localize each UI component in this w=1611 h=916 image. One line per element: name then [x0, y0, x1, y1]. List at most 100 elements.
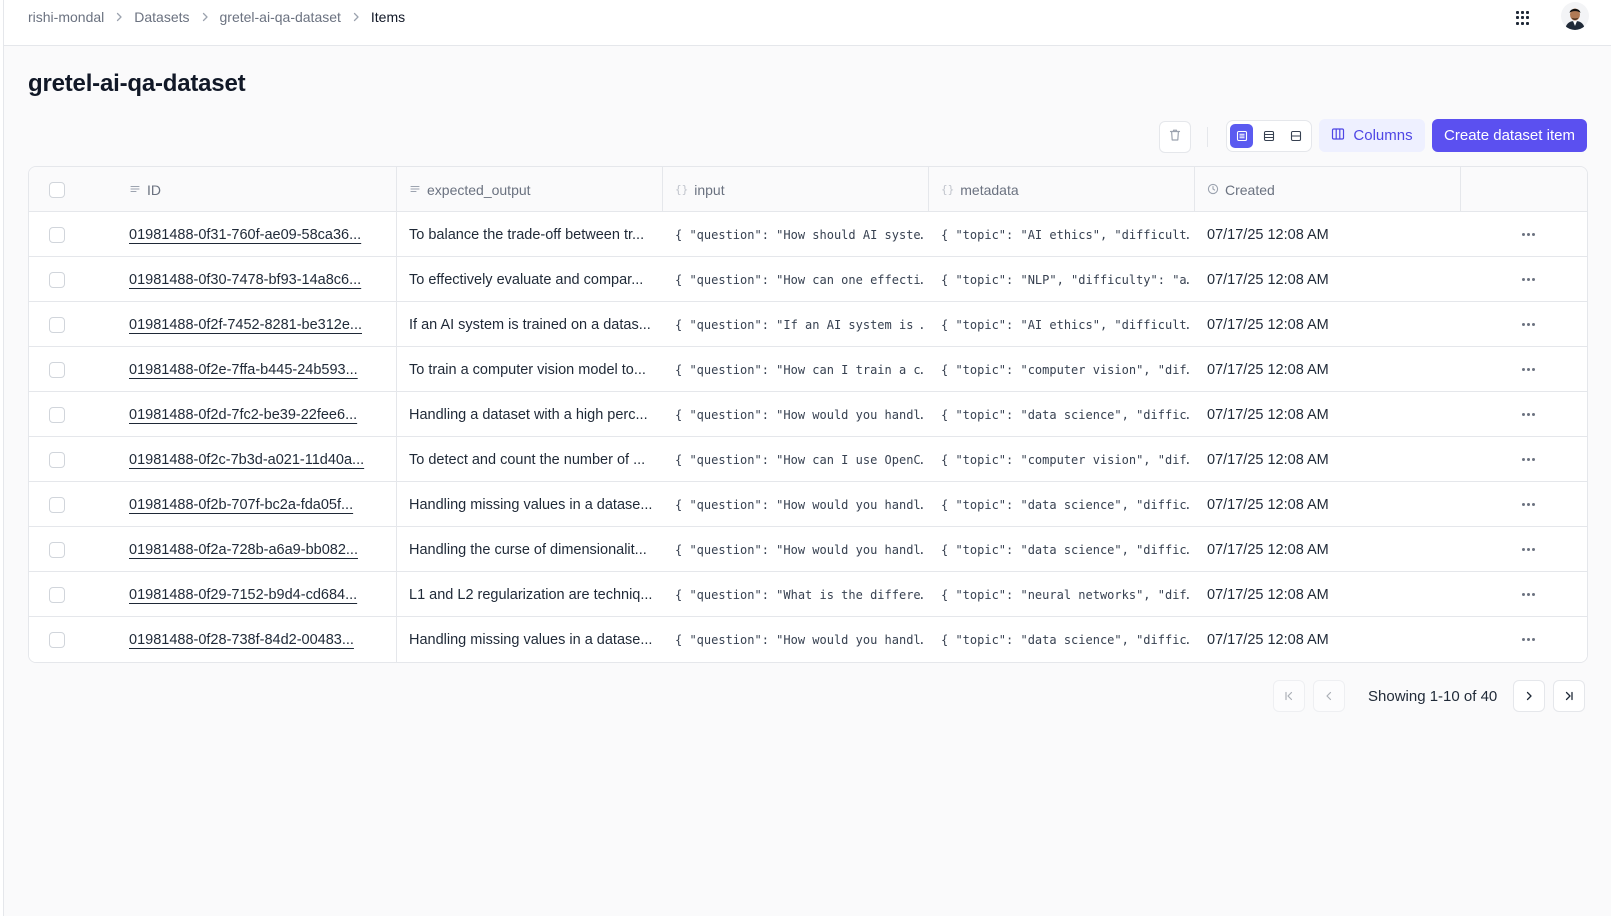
- row-checkbox[interactable]: [49, 496, 65, 513]
- metadata-cell: { "topic": "computer vision", "dif…: [941, 362, 1189, 377]
- id-cell: 01981488-0f2c-7b3d-a021-11d40a...: [129, 437, 389, 482]
- header-select-cell: [49, 167, 89, 212]
- more-options-icon[interactable]: [1517, 314, 1539, 336]
- rows-compact-icon: [1236, 130, 1247, 142]
- create-dataset-item-button[interactable]: Create dataset item: [1432, 119, 1587, 152]
- row-actions-cell: [1517, 572, 1547, 617]
- more-options-icon[interactable]: [1517, 404, 1539, 426]
- text-type-icon: [129, 182, 141, 198]
- row-checkbox[interactable]: [49, 631, 65, 648]
- row-checkbox[interactable]: [49, 226, 65, 243]
- select-all-checkbox[interactable]: [49, 181, 65, 198]
- input-cell: { "question": "If an AI system is …: [675, 317, 923, 332]
- more-options-icon[interactable]: [1517, 494, 1539, 516]
- created-cell: 07/17/25 12:08 AM: [1207, 586, 1329, 603]
- input-cell: { "question": "How would you handl…: [675, 407, 923, 422]
- header-id[interactable]: ID: [129, 167, 397, 212]
- row-actions-cell: [1517, 617, 1547, 662]
- table-row[interactable]: 01981488-0f29-7152-b9d4-cd684... L1 and L…: [29, 572, 1587, 617]
- breadcrumb-datasets[interactable]: Datasets: [134, 9, 189, 25]
- table-row[interactable]: 01981488-0f2c-7b3d-a021-11d40a... To dete…: [29, 437, 1587, 482]
- row-actions-cell: [1517, 437, 1547, 482]
- view-large-button[interactable]: [1285, 124, 1308, 148]
- created-cell: 07/17/25 12:08 AM: [1207, 631, 1329, 648]
- apps-grid-icon[interactable]: [1513, 8, 1533, 28]
- table-row[interactable]: 01981488-0f2e-7ffa-b445-24b593... To trai…: [29, 347, 1587, 392]
- expected-output-cell: To effectively evaluate and compar...: [409, 271, 644, 288]
- chevron-right-icon: [113, 11, 125, 23]
- input-cell: { "question": "How can I use OpenC…: [675, 452, 923, 467]
- table-header: ID expected_output {} input {} metadata …: [29, 167, 1587, 212]
- chevrons-right-icon: [1565, 691, 1573, 701]
- row-checkbox[interactable]: [49, 541, 65, 558]
- columns-button-label: Columns: [1353, 127, 1413, 144]
- table-row[interactable]: 01981488-0f2b-707f-bc2a-fda05f... Handlin…: [29, 482, 1587, 527]
- input-cell: { "question": "How should AI syste…: [675, 227, 923, 242]
- id-column-divider: [396, 212, 397, 662]
- more-options-icon[interactable]: [1517, 224, 1539, 246]
- more-options-icon[interactable]: [1517, 539, 1539, 561]
- table-row[interactable]: 01981488-0f30-7478-bf93-14a8c6... To effe…: [29, 257, 1587, 302]
- more-options-icon[interactable]: [1517, 629, 1539, 651]
- input-cell: { "question": "How can I train a c…: [675, 362, 923, 377]
- previous-page-button[interactable]: [1313, 680, 1345, 712]
- first-page-button[interactable]: [1273, 680, 1305, 712]
- item-id-link[interactable]: 01981488-0f2c-7b3d-a021-11d40a...: [129, 452, 364, 468]
- table-row[interactable]: 01981488-0f2a-728b-a6a9-bb082... Handling…: [29, 527, 1587, 572]
- created-cell: 07/17/25 12:08 AM: [1207, 316, 1329, 333]
- item-id-link[interactable]: 01981488-0f28-738f-84d2-00483...: [129, 632, 354, 648]
- avatar[interactable]: [1561, 2, 1589, 30]
- more-options-icon[interactable]: [1517, 449, 1539, 471]
- table-row[interactable]: 01981488-0f2f-7452-8281-be312e... If an A…: [29, 302, 1587, 347]
- columns-button[interactable]: Columns: [1319, 119, 1425, 152]
- row-checkbox[interactable]: [49, 361, 65, 378]
- view-medium-button[interactable]: [1257, 124, 1280, 148]
- metadata-cell: { "topic": "AI ethics", "difficult…: [941, 317, 1189, 332]
- metadata-cell: { "topic": "neural networks", "dif…: [941, 587, 1189, 602]
- row-checkbox[interactable]: [49, 586, 65, 603]
- row-actions-cell: [1517, 392, 1547, 437]
- row-select-cell: [49, 302, 89, 347]
- id-cell: 01981488-0f2d-7fc2-be39-22fee6...: [129, 392, 389, 437]
- row-checkbox[interactable]: [49, 316, 65, 333]
- delete-button[interactable]: [1159, 121, 1191, 153]
- next-page-button[interactable]: [1513, 680, 1545, 712]
- expected-output-cell: If an AI system is trained on a datas...: [409, 316, 651, 333]
- chevron-right-icon: [199, 11, 211, 23]
- table-row[interactable]: 01981488-0f2d-7fc2-be39-22fee6... Handlin…: [29, 392, 1587, 437]
- row-actions-cell: [1517, 347, 1547, 392]
- breadcrumb-dataset[interactable]: gretel-ai-qa-dataset: [220, 9, 341, 25]
- item-id-link[interactable]: 01981488-0f2b-707f-bc2a-fda05f...: [129, 497, 353, 513]
- row-select-cell: [49, 437, 89, 482]
- more-options-icon[interactable]: [1517, 584, 1539, 606]
- item-id-link[interactable]: 01981488-0f30-7478-bf93-14a8c6...: [129, 272, 361, 288]
- expected-output-cell: Handling missing values in a datase...: [409, 631, 653, 648]
- item-id-link[interactable]: 01981488-0f29-7152-b9d4-cd684...: [129, 587, 357, 603]
- created-cell: 07/17/25 12:08 AM: [1207, 541, 1329, 558]
- row-select-cell: [49, 347, 89, 392]
- header-input[interactable]: {} input: [663, 167, 929, 212]
- item-id-link[interactable]: 01981488-0f2a-728b-a6a9-bb082...: [129, 542, 358, 558]
- header-expected-output[interactable]: expected_output: [397, 167, 663, 212]
- item-id-link[interactable]: 01981488-0f2e-7ffa-b445-24b593...: [129, 362, 358, 378]
- id-cell: 01981488-0f30-7478-bf93-14a8c6...: [129, 257, 389, 302]
- table-row[interactable]: 01981488-0f31-760f-ae09-58ca36... To bala…: [29, 212, 1587, 257]
- more-options-icon[interactable]: [1517, 359, 1539, 381]
- item-id-link[interactable]: 01981488-0f2f-7452-8281-be312e...: [129, 317, 362, 333]
- more-options-icon[interactable]: [1517, 269, 1539, 291]
- metadata-cell: { "topic": "AI ethics", "difficult…: [941, 227, 1189, 242]
- breadcrumb-workspace[interactable]: rishi-mondal: [28, 9, 104, 25]
- last-page-button[interactable]: [1553, 680, 1585, 712]
- view-compact-button[interactable]: [1230, 124, 1254, 148]
- row-checkbox[interactable]: [49, 271, 65, 288]
- text-type-icon: [409, 182, 421, 198]
- item-id-link[interactable]: 01981488-0f31-760f-ae09-58ca36...: [129, 227, 361, 243]
- header-metadata[interactable]: {} metadata: [929, 167, 1195, 212]
- row-checkbox[interactable]: [49, 406, 65, 423]
- item-id-link[interactable]: 01981488-0f2d-7fc2-be39-22fee6...: [129, 407, 357, 423]
- header-created[interactable]: Created: [1195, 167, 1461, 212]
- toolbar-divider: [1207, 127, 1208, 147]
- table-row[interactable]: 01981488-0f28-738f-84d2-00483... Handling…: [29, 617, 1587, 662]
- row-checkbox[interactable]: [49, 451, 65, 468]
- rows-medium-icon: [1263, 130, 1275, 142]
